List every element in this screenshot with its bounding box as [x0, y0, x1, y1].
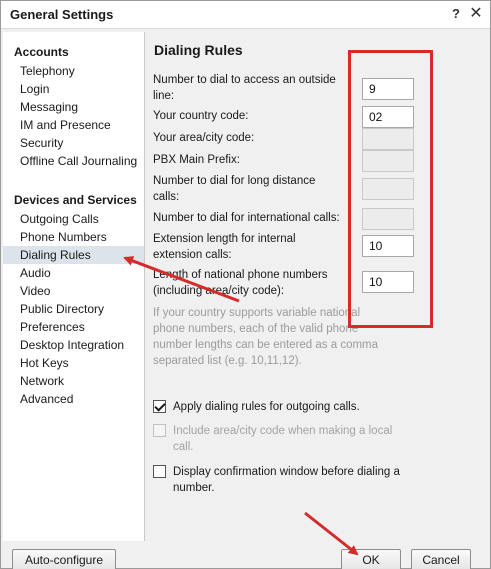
label-line: (including area/city code): [153, 285, 285, 297]
include-area-code-checkbox[interactable] [153, 424, 166, 437]
cancel-button[interactable]: Cancel [411, 549, 471, 569]
outside-line-input[interactable] [362, 78, 414, 100]
page-title: Dialing Rules [154, 42, 243, 58]
confirmation-window-checkbox[interactable] [153, 465, 166, 478]
sidebar-item-advanced[interactable]: Advanced [3, 390, 144, 408]
title-bar: General Settings ? ✕ [1, 1, 490, 29]
auto-configure-button[interactable]: Auto-configure [12, 549, 116, 569]
close-icon[interactable]: ✕ [467, 4, 485, 24]
sidebar-group-devices-and-services: Devices and Services [14, 193, 137, 207]
label-line: Number to dial for long distance [153, 175, 316, 187]
info-line: number lengths can be entered as a comma [153, 339, 379, 351]
sidebar-item-audio[interactable]: Audio [3, 264, 144, 282]
sidebar-item-security[interactable]: Security [3, 134, 144, 152]
area-city-code-input[interactable] [362, 128, 414, 150]
extension-length-input[interactable] [362, 235, 414, 257]
label-line: Extension length for internal [153, 233, 296, 245]
country-code-input[interactable] [362, 106, 414, 128]
ok-button[interactable]: OK [341, 549, 401, 569]
country-code-label: Your country code: [153, 110, 249, 122]
sidebar-item-desktop-integration[interactable]: Desktop Integration [3, 336, 144, 354]
settings-sidebar: Accounts Telephony Login Messaging IM an… [3, 32, 145, 541]
label-line: line: [153, 90, 175, 102]
info-line: If your country supports variable nation… [153, 307, 361, 319]
label-line: Display confirmation window before diali… [173, 466, 400, 478]
label-line: calls: [153, 191, 180, 203]
long-distance-label: Number to dial for long distance calls: [153, 173, 315, 205]
sidebar-item-telephony[interactable]: Telephony [3, 62, 144, 80]
variable-length-info: If your country supports variable nation… [153, 305, 393, 369]
sidebar-item-messaging[interactable]: Messaging [3, 98, 144, 116]
label-line: call. [173, 441, 194, 453]
sidebar-item-hot-keys[interactable]: Hot Keys [3, 354, 144, 372]
sidebar-item-public-directory[interactable]: Public Directory [3, 300, 144, 318]
sidebar-item-im-and-presence[interactable]: IM and Presence [3, 116, 144, 134]
sidebar-item-offline-call-journaling[interactable]: Offline Call Journaling [3, 152, 144, 170]
long-distance-input[interactable] [362, 178, 414, 200]
include-area-code-label: Include area/city code when making a loc… [173, 423, 433, 455]
extension-length-label: Extension length for internal extension … [153, 231, 296, 263]
settings-window: General Settings ? ✕ Accounts Telephony … [0, 0, 491, 569]
sidebar-item-outgoing-calls[interactable]: Outgoing Calls [3, 210, 144, 228]
confirmation-window-label: Display confirmation window before diali… [173, 464, 433, 496]
apply-dialing-rules-checkbox[interactable] [153, 400, 166, 413]
label-line: Length of national phone numbers [153, 269, 328, 281]
national-number-length-input[interactable] [362, 271, 414, 293]
label-line: number. [173, 482, 215, 494]
sidebar-item-phone-numbers[interactable]: Phone Numbers [3, 228, 144, 246]
help-icon[interactable]: ? [447, 4, 465, 24]
pbx-main-prefix-input[interactable] [362, 150, 414, 172]
sidebar-group-accounts: Accounts [14, 45, 69, 59]
label-line: extension calls: [153, 249, 232, 261]
international-calls-input[interactable] [362, 208, 414, 230]
sidebar-item-dialing-rules[interactable]: Dialing Rules [3, 246, 144, 264]
sidebar-item-login[interactable]: Login [3, 80, 144, 98]
area-city-code-label: Your area/city code: [153, 132, 255, 144]
national-number-length-label: Length of national phone numbers (includ… [153, 267, 328, 299]
international-calls-label: Number to dial for international calls: [153, 212, 340, 224]
sidebar-item-preferences[interactable]: Preferences [3, 318, 144, 336]
apply-dialing-rules-label: Apply dialing rules for outgoing calls. [173, 401, 360, 413]
outside-line-label: Number to dial to access an outside line… [153, 72, 336, 104]
dialing-rules-panel: Dialing Rules Number to dial to access a… [146, 32, 490, 541]
label-line: Include area/city code when making a loc… [173, 425, 393, 437]
info-line: phone numbers, each of the valid phone [153, 323, 359, 335]
pbx-main-prefix-label: PBX Main Prefix: [153, 154, 240, 166]
sidebar-item-video[interactable]: Video [3, 282, 144, 300]
sidebar-item-network[interactable]: Network [3, 372, 144, 390]
info-line: separated list (e.g. 10,11,12). [153, 355, 302, 367]
label-line: Number to dial to access an outside [153, 74, 336, 86]
window-title: General Settings [10, 7, 114, 22]
